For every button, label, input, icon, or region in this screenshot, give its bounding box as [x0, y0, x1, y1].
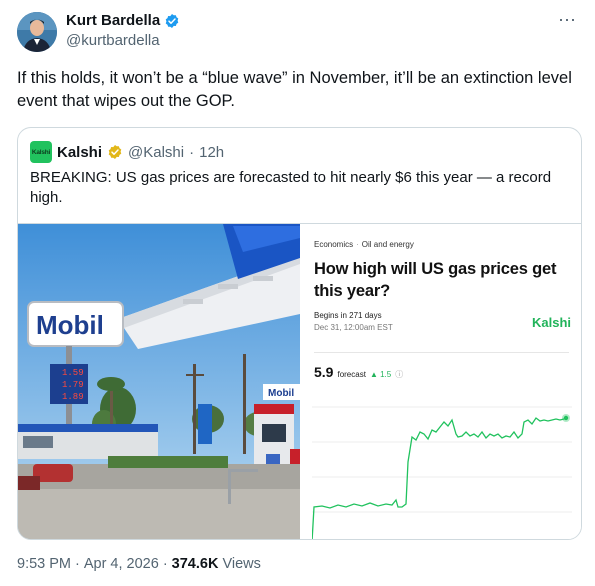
crumb-economics[interactable]: Economics	[314, 240, 353, 249]
price-1: 1.59	[62, 368, 84, 378]
avatar[interactable]	[17, 12, 57, 52]
crumb-oil-energy[interactable]: Oil and energy	[362, 240, 414, 249]
price-2: 1.79	[62, 380, 84, 390]
chart-endpoint	[563, 415, 569, 421]
more-options-icon[interactable]: ⋯	[558, 10, 577, 31]
tweet-text: If this holds, it won’t be a “blue wave”…	[17, 69, 572, 110]
verified-gold-badge-icon	[108, 145, 122, 159]
price-3: 1.89	[62, 392, 84, 402]
mobil-sign-text: Mobil	[36, 310, 104, 340]
kalshi-market-card[interactable]: Economics · Oil and energy How high will U…	[300, 224, 581, 539]
forecast-value: 5.9	[314, 364, 334, 380]
crumb-separator: ·	[356, 240, 359, 249]
author-name[interactable]: Kurt Bardella	[66, 12, 160, 29]
forecast-row: 5.9 forecast ▲ 1.5 ⓘ	[314, 364, 403, 380]
separator-dot: ·	[189, 143, 195, 161]
forecast-line	[312, 417, 567, 539]
verified-badge-icon	[165, 13, 179, 28]
author-block: Kurt Bardella @kurtbardella	[66, 12, 180, 49]
quoted-tweet-text: BREAKING: US gas prices are forecasted t…	[30, 169, 552, 206]
tweet-date[interactable]: Apr 4, 2026	[84, 556, 159, 572]
kalshi-brand-logo: Kalshi	[531, 315, 571, 330]
close-date: Dec 31, 12:00am EST	[314, 323, 393, 332]
footer-dot-2: ·	[162, 556, 168, 572]
views-label: Views	[222, 556, 261, 572]
kalshi-avatar[interactable]: Kalshi	[30, 141, 52, 163]
market-title: How high will US gas prices get this yea…	[314, 260, 557, 300]
tweet-footer: 9:53 PM · Apr 4, 2026 · 374.6K Views	[17, 556, 261, 572]
views-count: 374.6K	[171, 556, 219, 572]
footer-dot-1: ·	[75, 556, 80, 572]
begins-text: Begins in 271 days	[314, 311, 382, 320]
quoted-tweet-header: Kalshi Kalshi @Kalshi · 12h	[30, 141, 224, 163]
forecast-label: forecast	[337, 370, 366, 379]
author-handle[interactable]: @kurtbardella	[66, 32, 180, 49]
tweet-time[interactable]: 9:53 PM	[17, 556, 71, 572]
forecast-delta: ▲ 1.5	[369, 370, 392, 379]
card-divider	[314, 352, 569, 353]
breadcrumb: Economics · Oil and energy	[314, 240, 414, 249]
quoted-tweet-time[interactable]: 12h	[199, 144, 224, 161]
forecast-chart	[312, 406, 572, 539]
info-icon[interactable]: ⓘ	[395, 369, 403, 380]
gas-station-photo[interactable]: Mobil Mobil 1.59 1.79 1.89	[18, 224, 300, 539]
quoted-media[interactable]: Mobil Mobil 1.59 1.79 1.89 Economics · O…	[18, 223, 581, 539]
quoted-author-handle[interactable]: @Kalshi	[128, 144, 184, 161]
quoted-author-name[interactable]: Kalshi	[57, 144, 102, 161]
quoted-tweet[interactable]: Kalshi Kalshi @Kalshi · 12h BREAKING: US…	[17, 127, 582, 540]
canopy-mobil-text: Mobil	[268, 388, 294, 399]
